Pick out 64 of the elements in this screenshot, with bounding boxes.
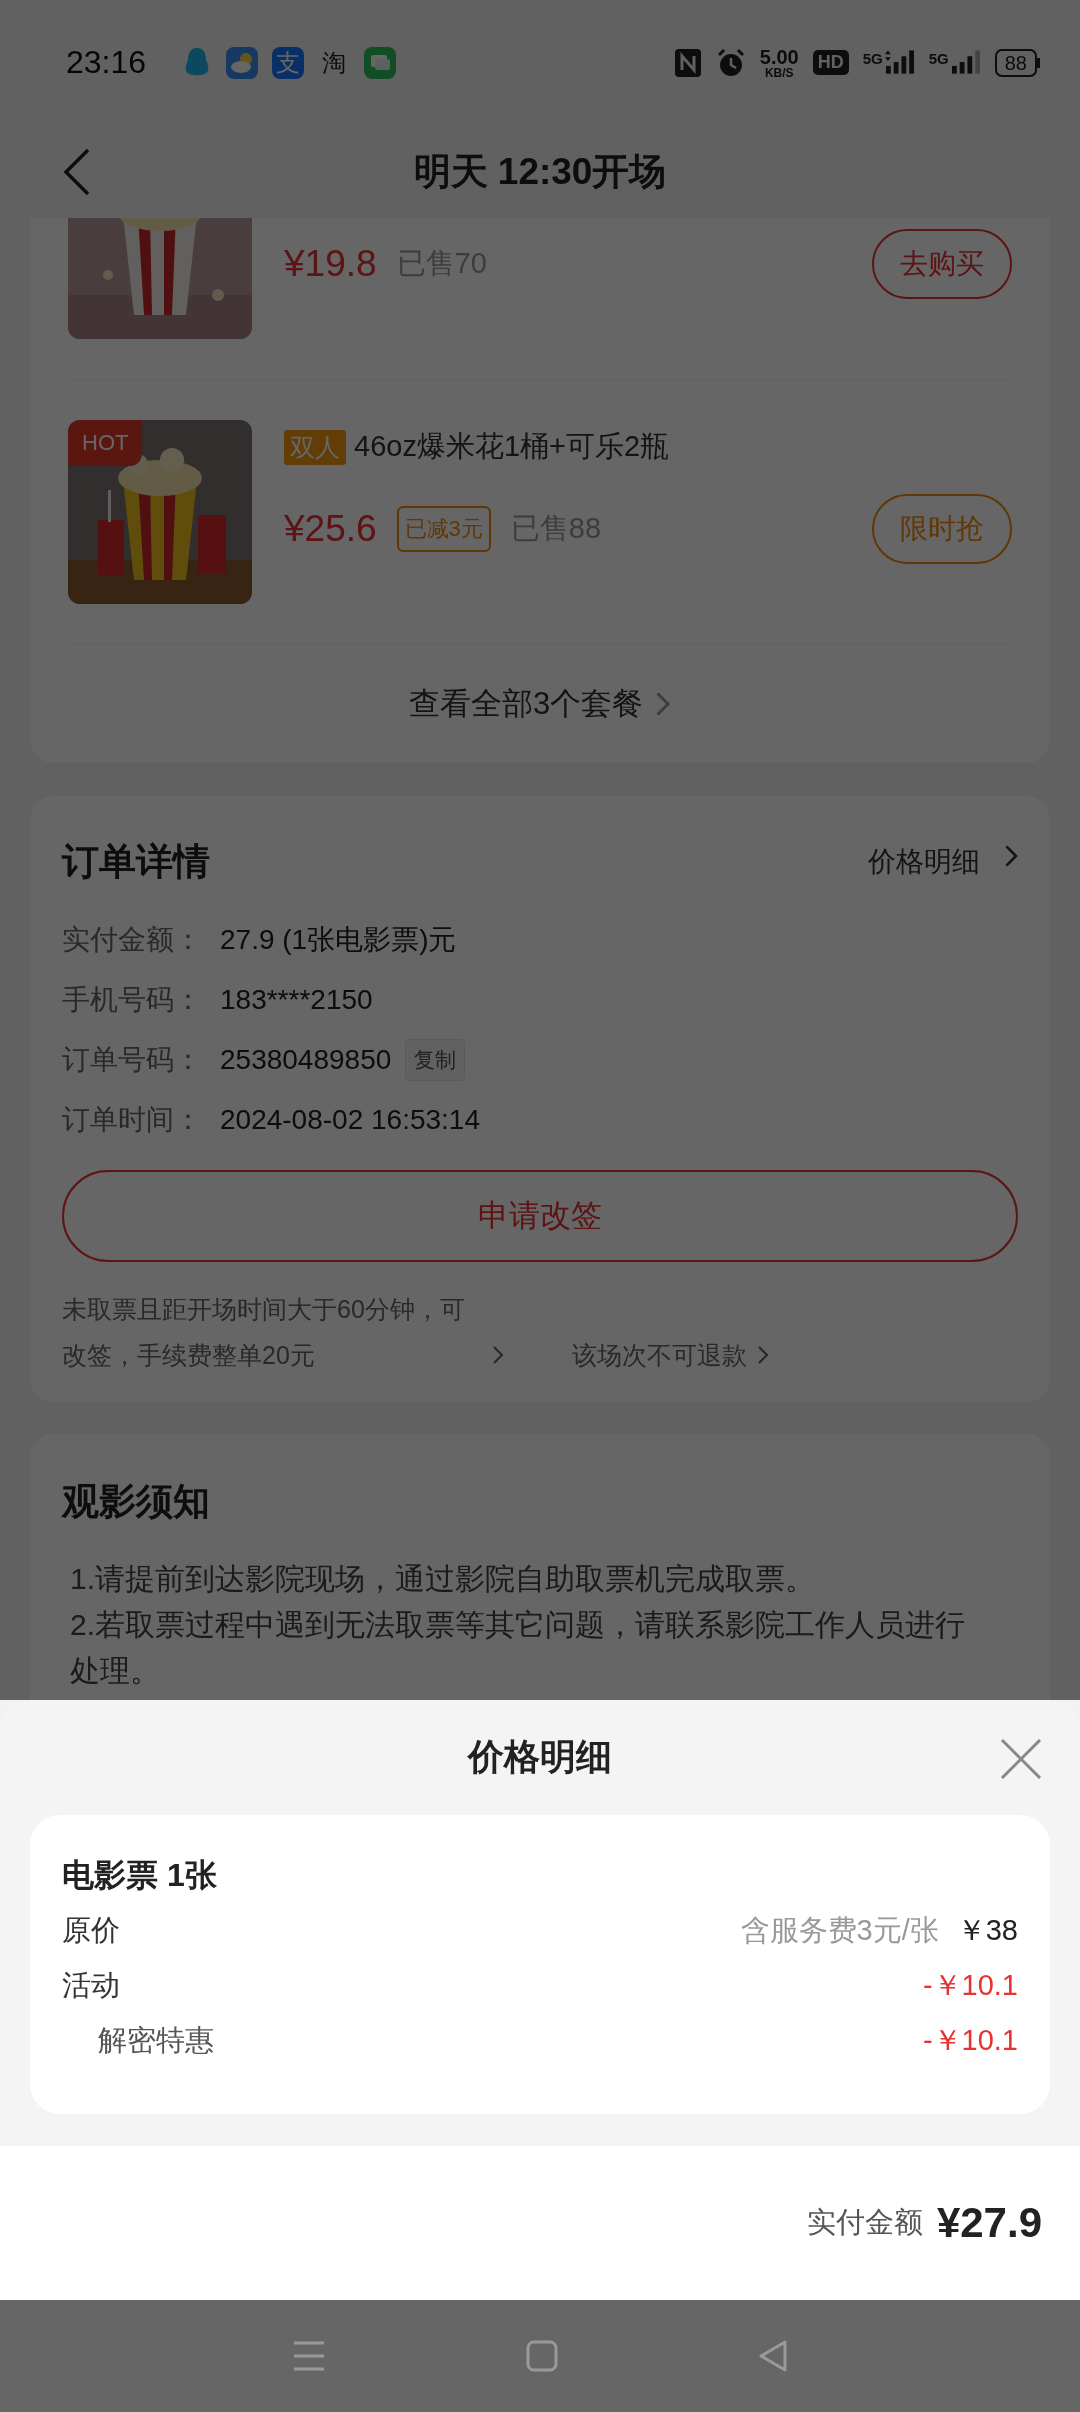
menu-icon[interactable] [292,2340,326,2372]
field-value: 2024-08-02 16:53:14 [220,1104,480,1136]
field-value: 183****2150 [220,984,373,1016]
price-label: 原价 [62,1912,121,1948]
network-label: 5G [928,49,949,67]
nfc-icon [673,47,702,78]
chevron-right-icon [757,1345,769,1365]
home-icon[interactable] [526,2340,558,2372]
policy-link[interactable]: 未取票且距开场时间大于60分钟，可改签，手续费整单20元 [62,1286,512,1378]
package-tag: 双人 [284,429,346,465]
price-amount: -￥10.1 [922,2022,1018,2058]
hot-badge: HOT [68,420,143,466]
close-icon[interactable] [1000,1738,1042,1780]
buy-button[interactable]: 去购买 [872,229,1012,299]
price-detail-link[interactable]: 价格明细 [867,843,1018,881]
ticket-count: 电影票 1张 [62,1856,218,1895]
notice-text: 2.若取票过程中遇到无法取票等其它问题，请联系影院工作人员进行处理。 [69,1607,967,1689]
field-label: 手机号码： [62,983,203,1017]
policy-link[interactable]: 该场次不可退款 [572,1286,769,1378]
price-label: 解密特惠 [97,2022,215,2058]
page-title: 明天 12:30开场 [413,149,667,194]
field-value: 27.9 (1张电影票)元 [220,923,457,957]
discount-tag: 已减3元 [396,506,491,552]
price-amount: ￥38 [956,1912,1018,1948]
flash-sale-button[interactable]: 限时抢 [872,494,1012,564]
back-icon[interactable] [62,147,92,197]
cloud-icon [226,46,259,79]
field-label: 订单号码： [62,1043,203,1077]
notice-text: 1.请提前到达影院现场，通过影院自助取票机完成取票。 [69,1561,817,1597]
sheet-title: 价格明细 [468,1735,612,1779]
hd-badge: HD [812,50,849,75]
view-all-text: 查看全部3个套餐 [409,685,644,723]
field-label: 订单时间： [62,1103,203,1137]
package-name: 46oz爆米花1桶+可乐2瓶 [354,429,670,464]
package-price: ¥19.8 [284,243,377,285]
app-icon: 支 [272,46,305,79]
network-speed: 5.00 [759,46,799,67]
copy-button[interactable]: 复制 [405,1039,466,1081]
price-amount: -￥10.1 [922,1967,1018,2003]
back-icon[interactable] [758,2339,788,2373]
app-icon: 淘 [318,46,351,79]
chevron-right-icon [1003,843,1018,868]
change-ticket-button[interactable]: 申请改签 [62,1170,1018,1262]
speed-unit: KB/S [764,66,794,79]
alarm-clock-icon [715,47,746,78]
chat-icon [364,46,397,79]
total-label: 实付金额 [806,2205,923,2240]
battery-level: 88 [994,48,1037,77]
section-title: 订单详情 [62,840,210,884]
note: 该场次不可退款 [572,1340,747,1371]
package-price: ¥25.6 [284,508,377,550]
field-label: 实付金额： [62,923,203,957]
link-text: 价格明细 [867,845,980,879]
note: 未取票且距开场时间大于60分钟，可改签，手续费整单20元 [62,1294,466,1371]
network-label: 5G [862,49,883,67]
view-all-link[interactable]: 查看全部3个套餐 [68,645,1012,763]
service-fee-note: 含服务费3元/张 [740,1912,939,1948]
chevron-right-icon [492,1345,504,1365]
clock-time: 23:16 [66,44,147,81]
section-title: 观影须知 [62,1480,211,1524]
total-amount: ¥27.9 [936,2199,1042,2247]
price-label: 活动 [62,1967,121,2003]
field-value: 25380489850 [220,1044,392,1076]
chevron-right-icon [655,691,671,717]
